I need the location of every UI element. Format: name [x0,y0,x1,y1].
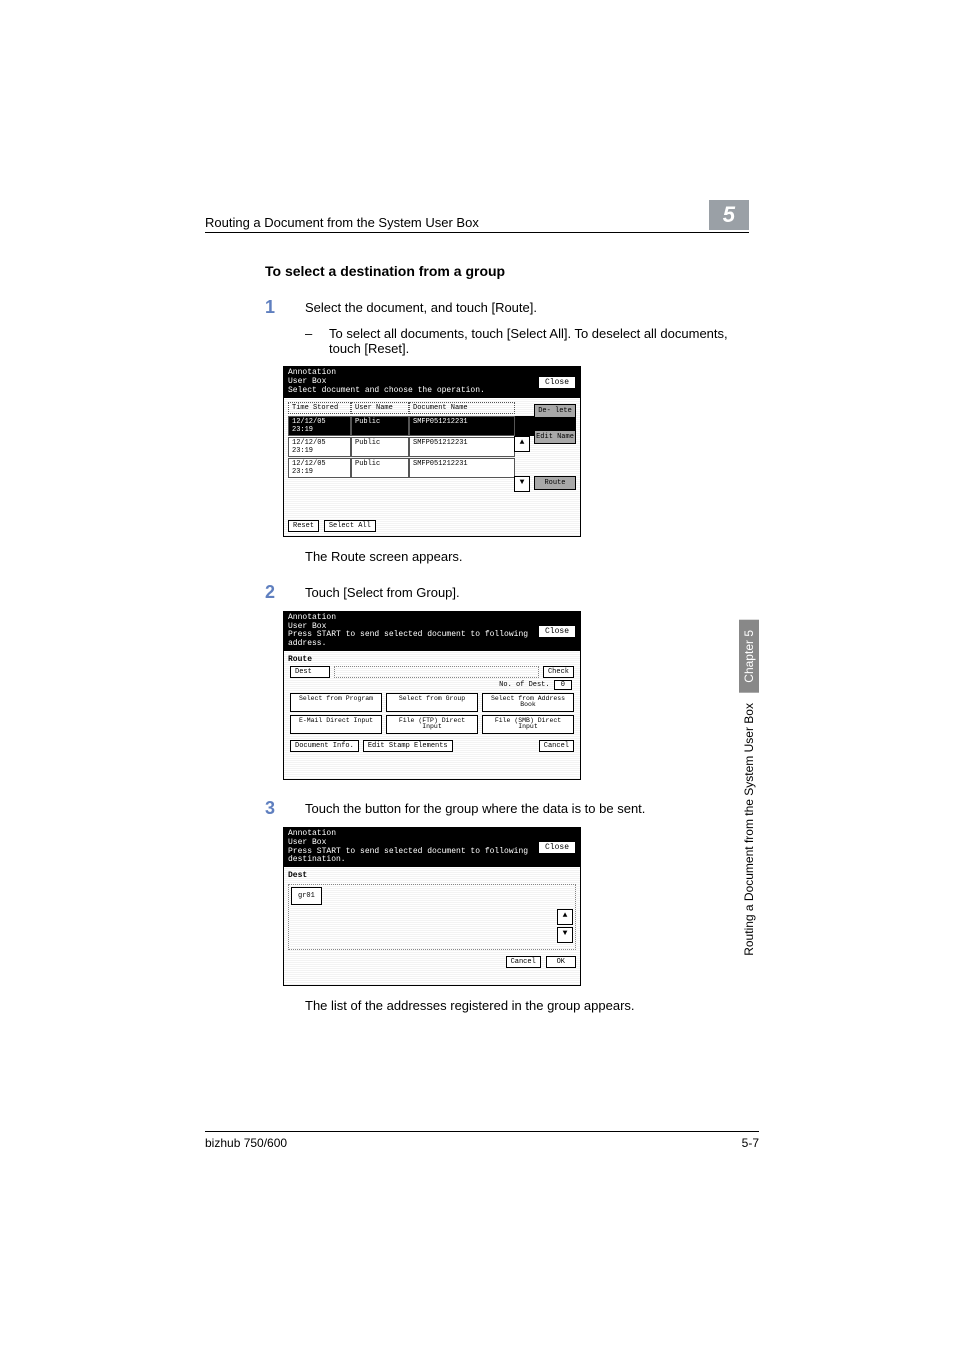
arrow-up-icon[interactable]: ▲ [557,909,573,925]
cell-user: Public [351,458,409,478]
col-time-header: Time Stored [288,402,351,414]
arrow-down-icon[interactable]: ▼ [514,476,530,492]
side-chapter-tab: Chapter 5 [739,620,759,693]
select-from-program-button[interactable]: Select from Program [290,693,382,712]
document-info-button[interactable]: Document Info. [290,740,359,752]
step-1-subtext: To select all documents, touch [Select A… [329,326,749,356]
header-title: Routing a Document from the System User … [205,215,479,230]
cell-user: Public [351,437,409,457]
file-ftp-direct-input-button[interactable]: File (FTP) Direct Input [386,715,478,734]
footer-model: bizhub 750/600 [205,1136,287,1150]
arrow-up-icon[interactable]: ▲ [514,436,530,452]
screen-annotation-box: Annotation User Box Select document and … [283,366,581,536]
check-button[interactable]: Check [543,666,574,678]
reset-button[interactable]: Reset [288,520,319,532]
close-button[interactable]: Close [538,625,576,638]
side-title-tab: Routing a Document from the System User … [739,693,759,966]
file-smb-direct-input-button[interactable]: File (SMB) Direct Input [482,715,574,734]
step-1-after: The Route screen appears. [305,549,749,564]
table-row[interactable]: 12/12/05 23:19 Public SMFP051212231 [288,437,576,457]
edit-stamp-button[interactable]: Edit Stamp Elements [363,740,453,752]
table-row[interactable]: 12/12/05 23:19 Public SMFP051212231 [288,416,576,436]
no-of-dest-value: 0 [554,680,572,690]
footer-page: 5-7 [742,1136,759,1150]
step-3-after: The list of the addresses registered in … [305,998,749,1013]
col-doc-header: Document Name [409,402,515,414]
bullet-dash: – [305,326,329,356]
step-number-2: 2 [265,582,305,603]
select-from-group-button[interactable]: Select from Group [386,693,478,712]
cell-user: Public [351,416,409,436]
table-row[interactable]: 12/12/05 23:19 Public SMFP051212231 [288,458,576,478]
edit-name-button[interactable]: Edit Name [534,430,576,444]
email-direct-input-button[interactable]: E-Mail Direct Input [290,715,382,734]
chapter-number: 5 [709,200,749,230]
scr3-instruction: Press START to send selected document to… [288,848,538,866]
close-button[interactable]: Close [538,841,576,854]
dest-field [334,666,539,678]
route-label: Route [288,655,576,664]
group-button[interactable]: gr01 [291,887,322,905]
scr2-instruction: Press START to send selected document to… [288,631,538,649]
cell-time: 12/12/05 23:19 [288,416,351,436]
delete-button[interactable]: De- lete [534,404,576,418]
step-text-1: Select the document, and touch [Route]. [305,297,537,318]
arrow-down-icon[interactable]: ▼ [557,927,573,943]
cancel-button[interactable]: Cancel [506,956,541,968]
cell-doc: SMFP051212231 [409,437,515,457]
step-text-3: Touch the button for the group where the… [305,798,645,819]
select-all-button[interactable]: Select All [324,520,376,532]
cell-doc: SMFP051212231 [409,416,515,436]
cell-time: 12/12/05 23:19 [288,437,351,457]
cell-doc: SMFP051212231 [409,458,515,478]
route-button[interactable]: Route [534,476,576,490]
screen-route: Annotation User Box Press START to send … [283,611,581,780]
no-of-dest-label: No. of Dest. [499,681,549,689]
close-button[interactable]: Close [538,376,576,389]
step-text-2: Touch [Select from Group]. [305,582,460,603]
cell-time: 12/12/05 23:19 [288,458,351,478]
scr1-instruction: Select document and choose the operation… [288,387,485,396]
dest-label: Dest [288,871,576,880]
step-number-1: 1 [265,297,305,318]
select-from-addressbook-button[interactable]: Select from Address Book [482,693,574,712]
col-user-header: User Name [351,402,409,414]
sub-heading: To select a destination from a group [265,263,749,279]
cancel-button[interactable]: Cancel [539,740,574,752]
dest-label: Dest [290,666,330,678]
ok-button[interactable]: OK [546,956,576,968]
step-number-3: 3 [265,798,305,819]
screen-group-select: Annotation User Box Press START to send … [283,827,581,986]
